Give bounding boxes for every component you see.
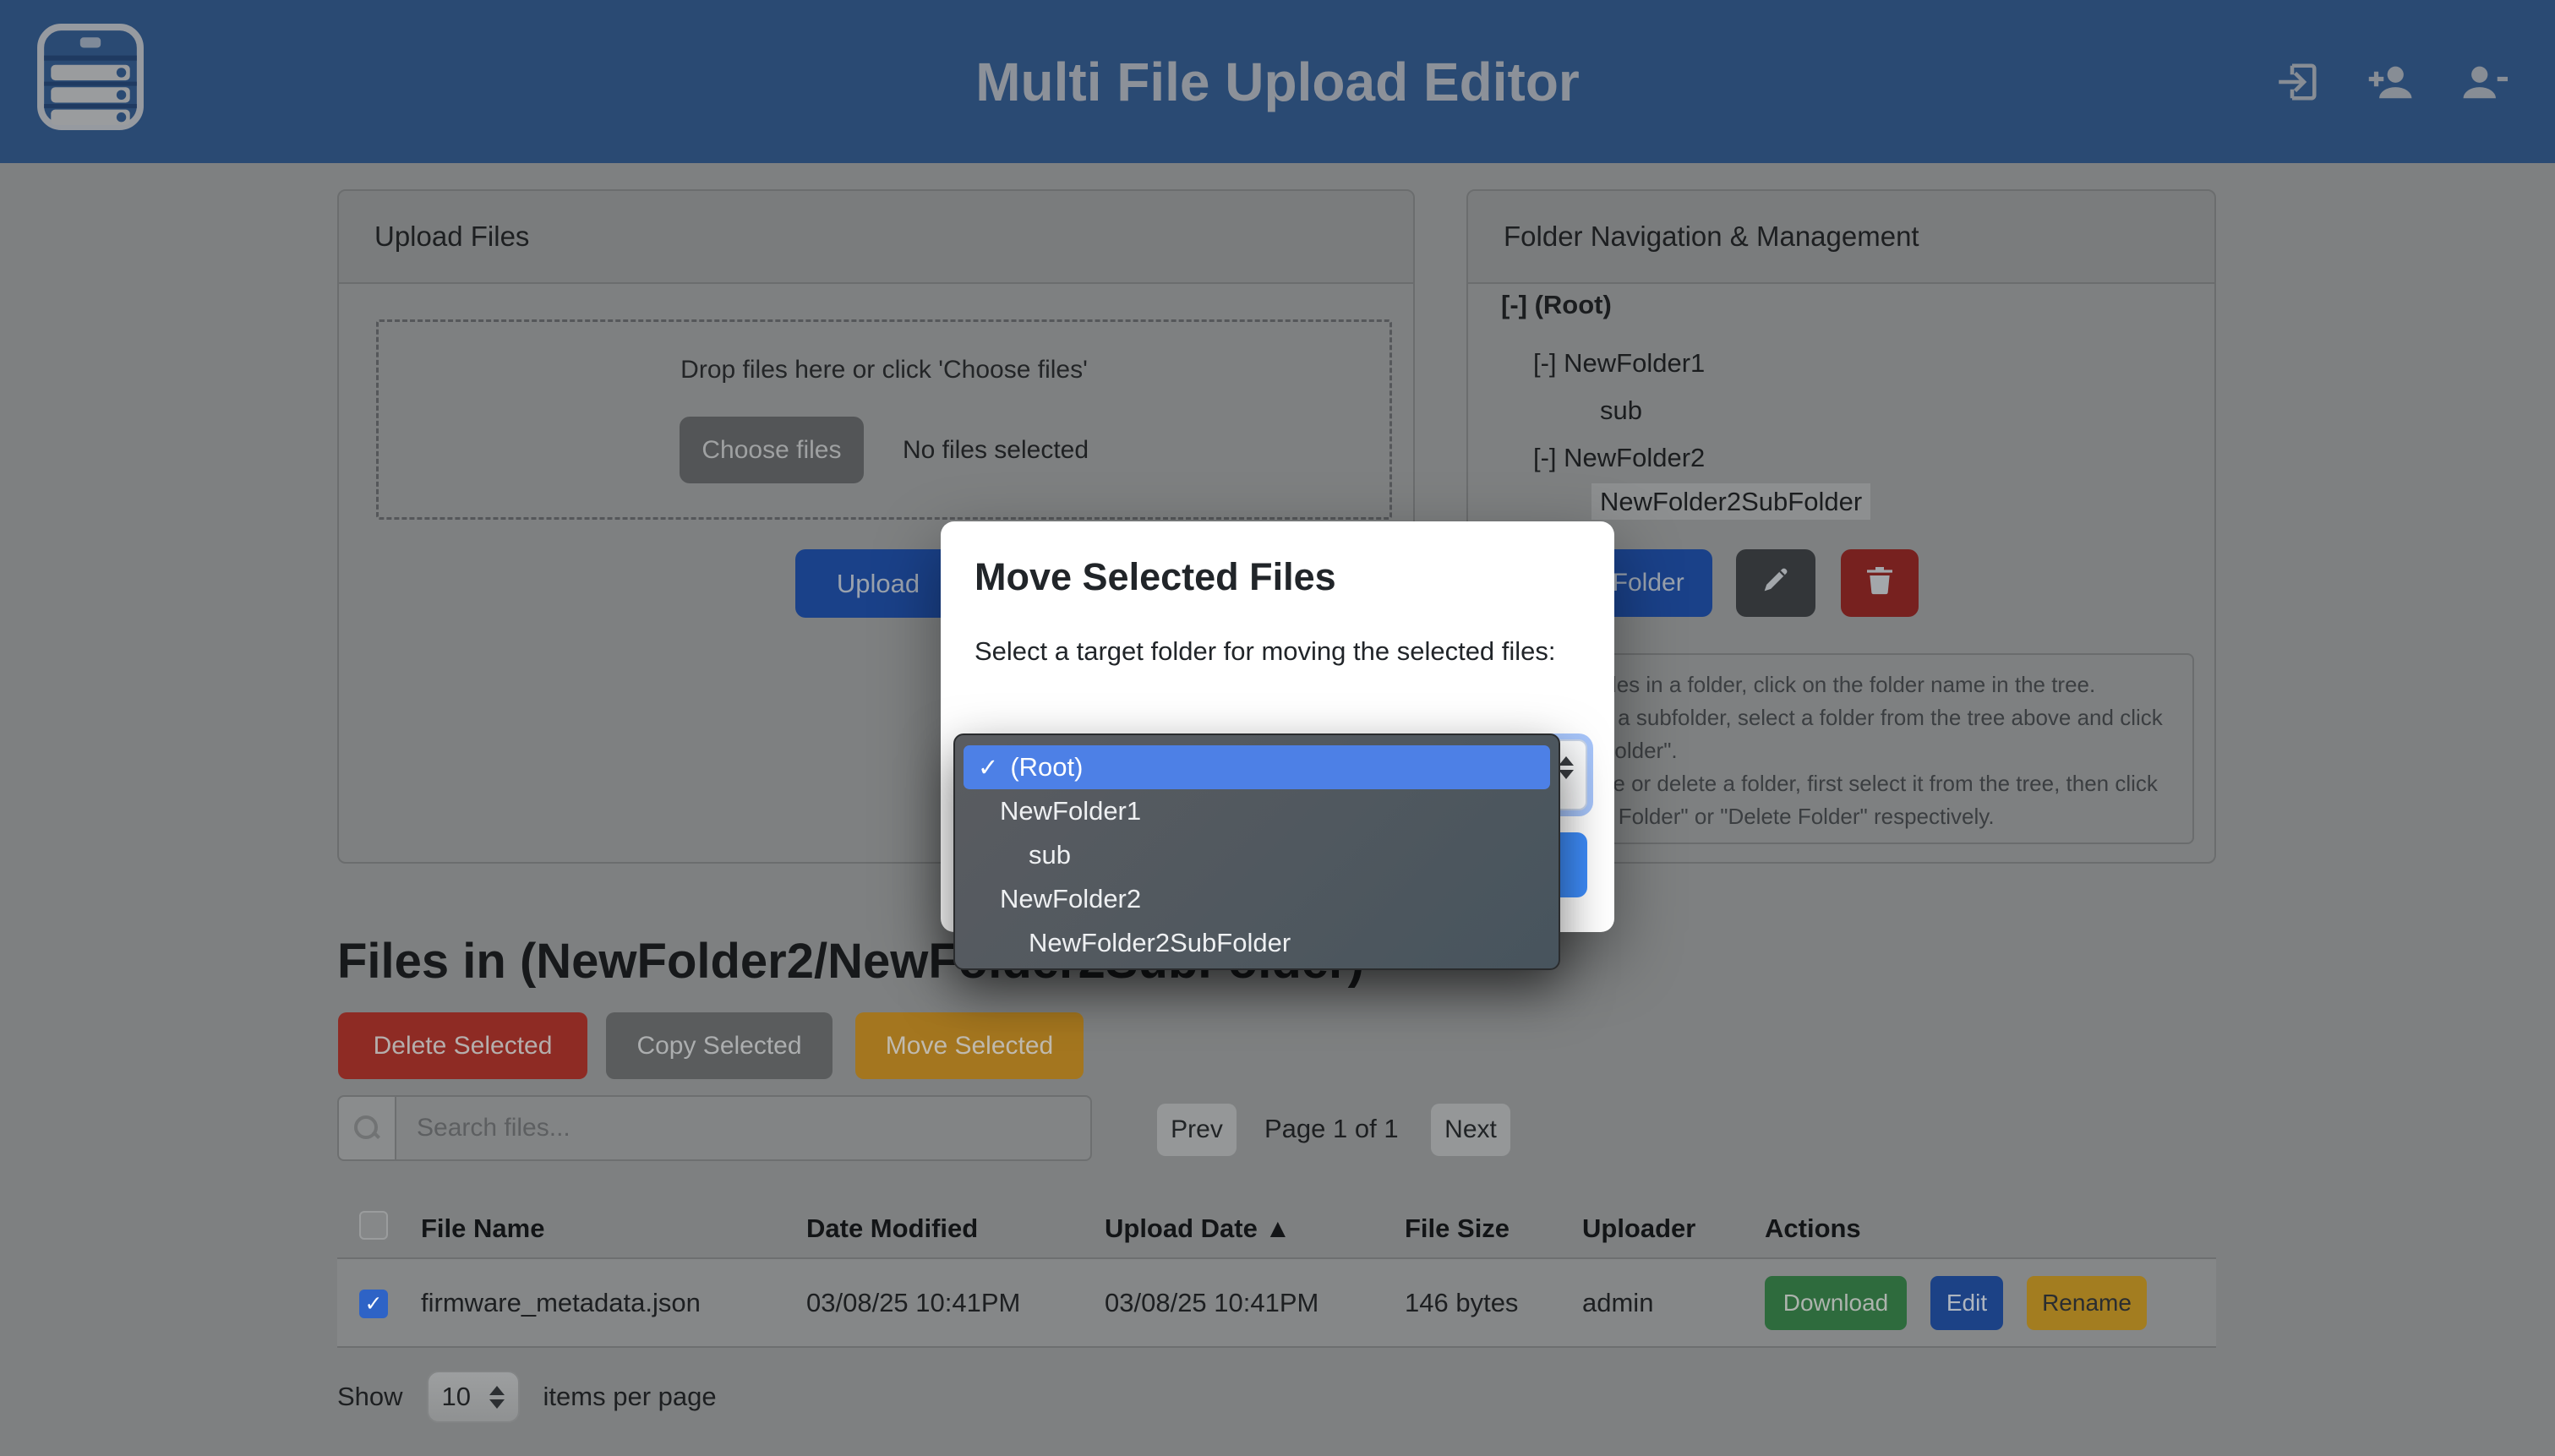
- search-group: [337, 1095, 1092, 1161]
- choose-files-button[interactable]: Choose files: [680, 417, 864, 483]
- tree-item-root[interactable]: [-] (Root): [1501, 290, 1612, 320]
- check-icon: ✓: [978, 753, 998, 783]
- search-icon: [337, 1095, 395, 1161]
- cell-uploader: admin: [1582, 1288, 1765, 1318]
- select-all-checkbox[interactable]: [359, 1211, 388, 1240]
- edit-button[interactable]: Edit: [1930, 1276, 2003, 1330]
- next-page-button[interactable]: Next: [1431, 1104, 1510, 1156]
- modal-body-text: Select a target folder for moving the se…: [975, 631, 1575, 672]
- upload-button[interactable]: Upload: [795, 549, 961, 618]
- stepper-icon: [489, 1386, 505, 1409]
- col-upload-date[interactable]: Upload Date ▲: [1105, 1213, 1405, 1244]
- search-input[interactable]: [395, 1095, 1092, 1161]
- upload-panel-title: Upload Files: [339, 191, 1413, 284]
- option-root[interactable]: ✓(Root): [964, 745, 1550, 789]
- tree-item-sub[interactable]: sub: [1600, 395, 1642, 426]
- cell-date-modified: 03/08/25 10:41PM: [806, 1288, 1105, 1318]
- option-newfolder2subfolder[interactable]: NewFolder2SubFolder: [955, 921, 1559, 965]
- cell-upload-date: 03/08/25 10:41PM: [1105, 1288, 1405, 1318]
- per-page-control: Show 10 items per page: [337, 1371, 717, 1423]
- page-title: Multi File Upload Editor: [0, 0, 2555, 163]
- app-root: Multi File Upload Editor: [0, 0, 2555, 1456]
- prev-page-button[interactable]: Prev: [1157, 1104, 1237, 1156]
- col-actions: Actions: [1765, 1213, 2216, 1244]
- files-table: File Name Date Modified Upload Date ▲ Fi…: [337, 1200, 2216, 1348]
- show-label: Show: [337, 1382, 403, 1412]
- page-indicator: Page 1 of 1: [1264, 1114, 1399, 1144]
- modal-title: Move Selected Files: [975, 555, 1336, 599]
- move-selected-button[interactable]: Move Selected: [855, 1012, 1084, 1079]
- option-sub[interactable]: sub: [955, 833, 1559, 877]
- pencil-icon: [1759, 563, 1793, 597]
- stepper-icon: [1559, 756, 1574, 779]
- dropzone-hint: Drop files here or click 'Choose files': [379, 356, 1389, 384]
- delete-folder-button[interactable]: [1841, 549, 1919, 617]
- tree-item-newfolder1[interactable]: [-] NewFolder1: [1533, 348, 1705, 379]
- app-header: Multi File Upload Editor: [0, 0, 2555, 163]
- folder-panel-title: Folder Navigation & Management: [1468, 191, 2214, 284]
- folder-dropdown-popup: ✓(Root) NewFolder1 sub NewFolder2 NewFol…: [953, 733, 1560, 970]
- file-dropzone[interactable]: Drop files here or click 'Choose files' …: [376, 319, 1392, 520]
- header-actions: [2274, 0, 2508, 163]
- download-button[interactable]: Download: [1765, 1276, 1907, 1330]
- login-icon[interactable]: [2274, 58, 2322, 106]
- per-page-select[interactable]: 10: [427, 1371, 520, 1423]
- rename-folder-button[interactable]: [1736, 549, 1815, 617]
- cell-file-size: 146 bytes: [1405, 1288, 1582, 1318]
- app-logo-icon: [35, 22, 145, 132]
- tree-item-newfolder2subfolder[interactable]: NewFolder2SubFolder: [1591, 487, 1870, 517]
- col-file-name[interactable]: File Name: [421, 1213, 806, 1244]
- remove-user-icon[interactable]: [2460, 58, 2508, 106]
- rename-button[interactable]: Rename: [2027, 1276, 2147, 1330]
- tree-item-newfolder2[interactable]: [-] NewFolder2: [1533, 443, 1705, 473]
- option-newfolder1[interactable]: NewFolder1: [955, 789, 1559, 833]
- option-newfolder2[interactable]: NewFolder2: [955, 877, 1559, 921]
- col-file-size[interactable]: File Size: [1405, 1213, 1582, 1244]
- no-files-label: No files selected: [903, 436, 1089, 465]
- add-user-icon[interactable]: [2367, 58, 2415, 106]
- copy-selected-button[interactable]: Copy Selected: [606, 1012, 833, 1079]
- table-row: ✓ firmware_metadata.json 03/08/25 10:41P…: [337, 1259, 2216, 1348]
- table-header-row: File Name Date Modified Upload Date ▲ Fi…: [337, 1200, 2216, 1259]
- per-page-label: items per page: [543, 1382, 717, 1412]
- trash-icon: [1863, 563, 1897, 597]
- row-checkbox[interactable]: ✓: [359, 1290, 388, 1318]
- cell-file-name: firmware_metadata.json: [421, 1288, 806, 1318]
- col-date-modified[interactable]: Date Modified: [806, 1213, 1105, 1244]
- delete-selected-button[interactable]: Delete Selected: [338, 1012, 587, 1079]
- col-uploader[interactable]: Uploader: [1582, 1213, 1765, 1244]
